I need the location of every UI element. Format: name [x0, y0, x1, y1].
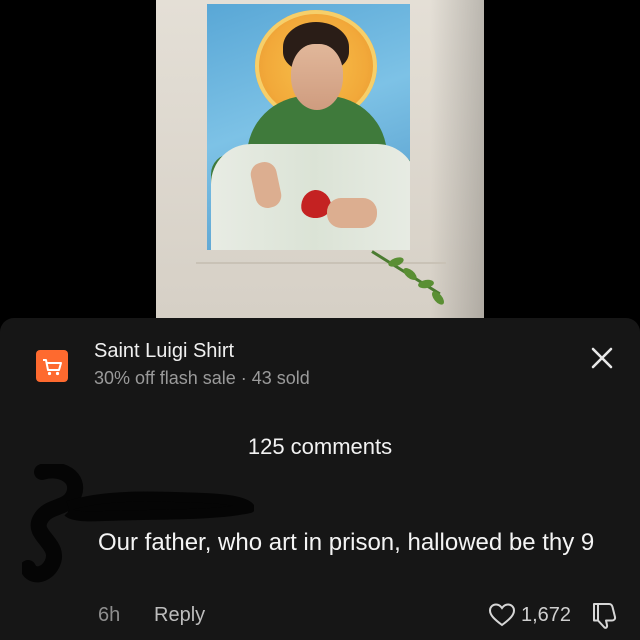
face — [291, 44, 343, 110]
printed-artwork — [207, 4, 410, 250]
product-photo — [0, 0, 640, 318]
close-icon[interactable] — [586, 342, 618, 374]
comment-timestamp: 6h — [98, 604, 121, 626]
hoodie-pocket-seam — [196, 262, 446, 264]
thumbs-down-icon[interactable] — [590, 600, 618, 630]
heart-outline-icon[interactable] — [488, 602, 516, 628]
comments-sheet — [0, 318, 640, 640]
hoodie-shadow — [430, 0, 484, 318]
comment-text: Our father, who art in prison, hallowed … — [98, 529, 595, 556]
hand-on-heart — [327, 198, 377, 228]
like-count: 1,672 — [521, 604, 572, 626]
product-subtitle: 30% off flash sale · 43 sold — [94, 368, 310, 388]
comments-count: 125 comments — [247, 434, 393, 459]
redacted-username[interactable] — [64, 486, 254, 526]
shopping-cart-icon[interactable] — [36, 350, 68, 382]
product-title[interactable]: Saint Luigi Shirt — [94, 340, 234, 363]
reply-button[interactable]: Reply — [154, 604, 205, 627]
